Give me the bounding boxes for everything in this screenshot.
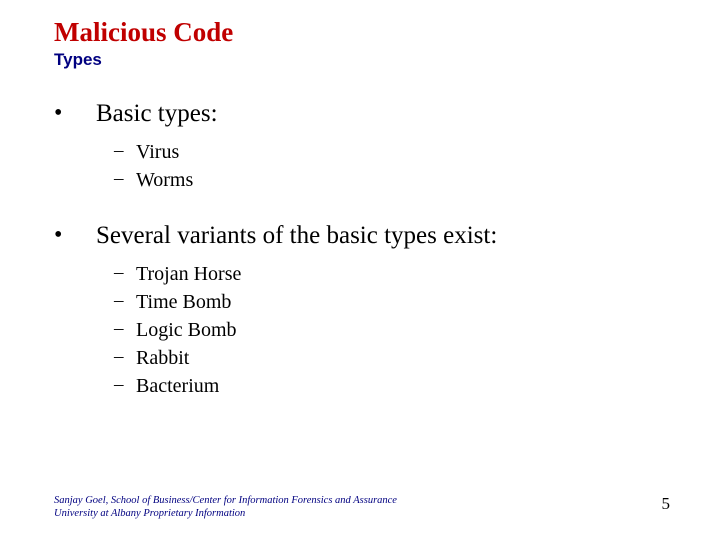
dash-marker: – (114, 260, 136, 288)
dash-marker: – (114, 316, 136, 344)
sub-item-text: Trojan Horse (136, 260, 241, 288)
bullet-level2: – Time Bomb (54, 288, 720, 316)
bullet-level2: – Bacterium (54, 372, 720, 400)
dash-marker: – (114, 288, 136, 316)
dash-marker: – (114, 372, 136, 400)
slide-subtitle: Types (54, 50, 720, 70)
bullet-level2: – Virus (54, 138, 720, 166)
sub-item-text: Virus (136, 138, 179, 166)
bullet-text: Basic types: (96, 100, 218, 128)
footer-line2: University at Albany Proprietary Informa… (54, 507, 690, 520)
sub-item-text: Worms (136, 166, 193, 194)
bullet-marker: • (54, 222, 96, 250)
footer-line1: Sanjay Goel, School of Business/Center f… (54, 494, 690, 507)
sub-item-text: Logic Bomb (136, 316, 237, 344)
slide-body: • Basic types: – Virus – Worms • Several… (54, 100, 720, 400)
bullet-level2: – Rabbit (54, 344, 720, 372)
bullet-level2: – Trojan Horse (54, 260, 720, 288)
sub-list: – Virus – Worms (54, 138, 720, 194)
bullet-level2: – Worms (54, 166, 720, 194)
dash-marker: – (114, 344, 136, 372)
sub-item-text: Rabbit (136, 344, 189, 372)
bullet-level1: • Several variants of the basic types ex… (54, 222, 720, 250)
bullet-marker: • (54, 100, 96, 128)
bullet-text: Several variants of the basic types exis… (96, 222, 497, 250)
sub-item-text: Time Bomb (136, 288, 231, 316)
sub-list: – Trojan Horse – Time Bomb – Logic Bomb … (54, 260, 720, 400)
sub-item-text: Bacterium (136, 372, 219, 400)
dash-marker: – (114, 138, 136, 166)
dash-marker: – (114, 166, 136, 194)
slide-title: Malicious Code (54, 18, 720, 48)
page-number: 5 (662, 494, 671, 514)
bullet-level1: • Basic types: (54, 100, 720, 128)
slide-footer: Sanjay Goel, School of Business/Center f… (54, 494, 690, 520)
bullet-level2: – Logic Bomb (54, 316, 720, 344)
